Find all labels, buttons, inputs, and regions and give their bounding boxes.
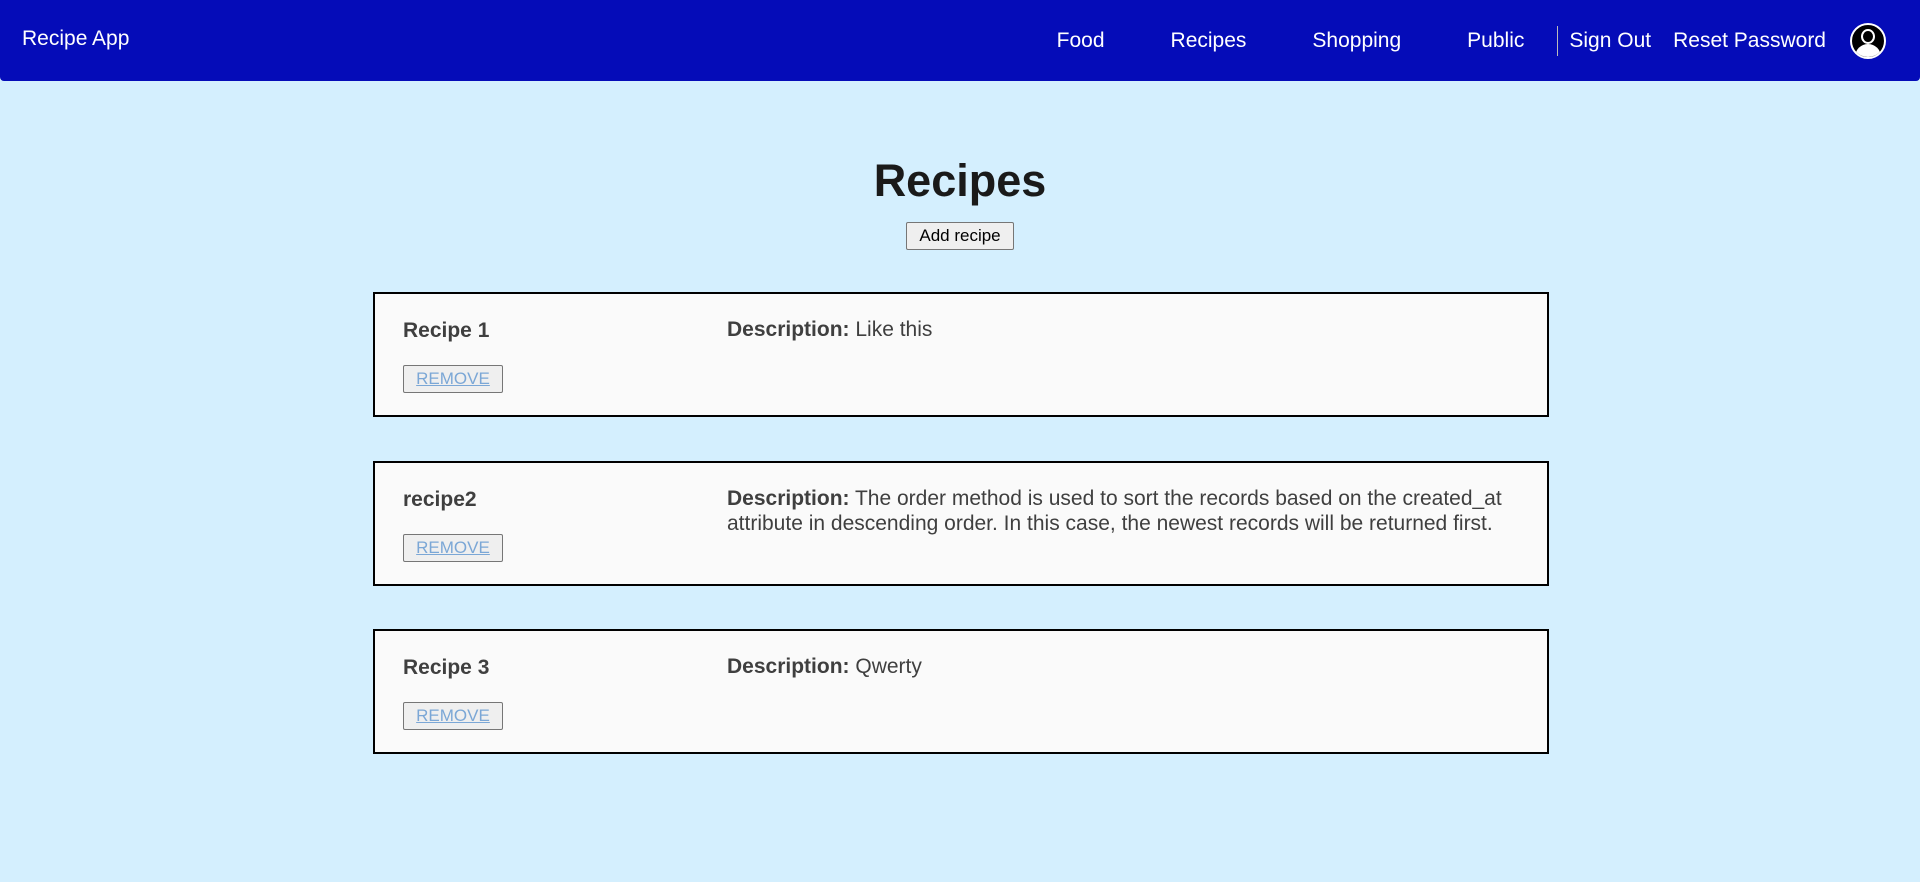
navbar: Recipe App Food Recipes Shopping Public …	[0, 0, 1920, 81]
recipe-description: Description: The order method is used to…	[727, 486, 1541, 536]
nav-food[interactable]: Food	[1057, 29, 1105, 53]
recipe-card: Recipe 3 Description: Qwerty REMOVE	[373, 629, 1549, 754]
user-avatar-icon[interactable]	[1850, 22, 1886, 59]
recipe-description: Description: Qwerty	[727, 654, 1541, 679]
recipe-card: recipe2 Description: The order method is…	[373, 461, 1549, 586]
description-text: Like this	[855, 318, 933, 341]
brand-link[interactable]: Recipe App	[22, 27, 129, 51]
reset-password-link[interactable]: Reset Password	[1673, 29, 1826, 53]
description-label: Description:	[727, 655, 850, 678]
page-title: Recipes	[873, 155, 1047, 206]
recipe-name: recipe2	[403, 488, 477, 511]
nav-links: Food Recipes Shopping Public Sign Out Re…	[1057, 0, 1920, 81]
description-label: Description:	[727, 318, 850, 341]
remove-button[interactable]: REMOVE	[403, 365, 503, 393]
recipe-description: Description: Like this	[727, 317, 1541, 342]
description-label: Description:	[727, 487, 850, 510]
nav-recipes[interactable]: Recipes	[1171, 29, 1247, 53]
remove-button[interactable]: REMOVE	[403, 702, 503, 730]
nav-public[interactable]: Public	[1467, 29, 1524, 53]
recipe-card: Recipe 1 Description: Like this REMOVE	[373, 292, 1549, 417]
remove-button[interactable]: REMOVE	[403, 534, 503, 562]
recipe-name: Recipe 3	[403, 656, 490, 679]
add-recipe-button[interactable]: Add recipe	[906, 222, 1014, 250]
recipe-name: Recipe 1	[403, 319, 490, 342]
description-text: Qwerty	[855, 655, 922, 678]
nav-shopping[interactable]: Shopping	[1312, 29, 1401, 53]
nav-divider	[1557, 25, 1559, 56]
sign-out-link[interactable]: Sign Out	[1569, 29, 1651, 53]
